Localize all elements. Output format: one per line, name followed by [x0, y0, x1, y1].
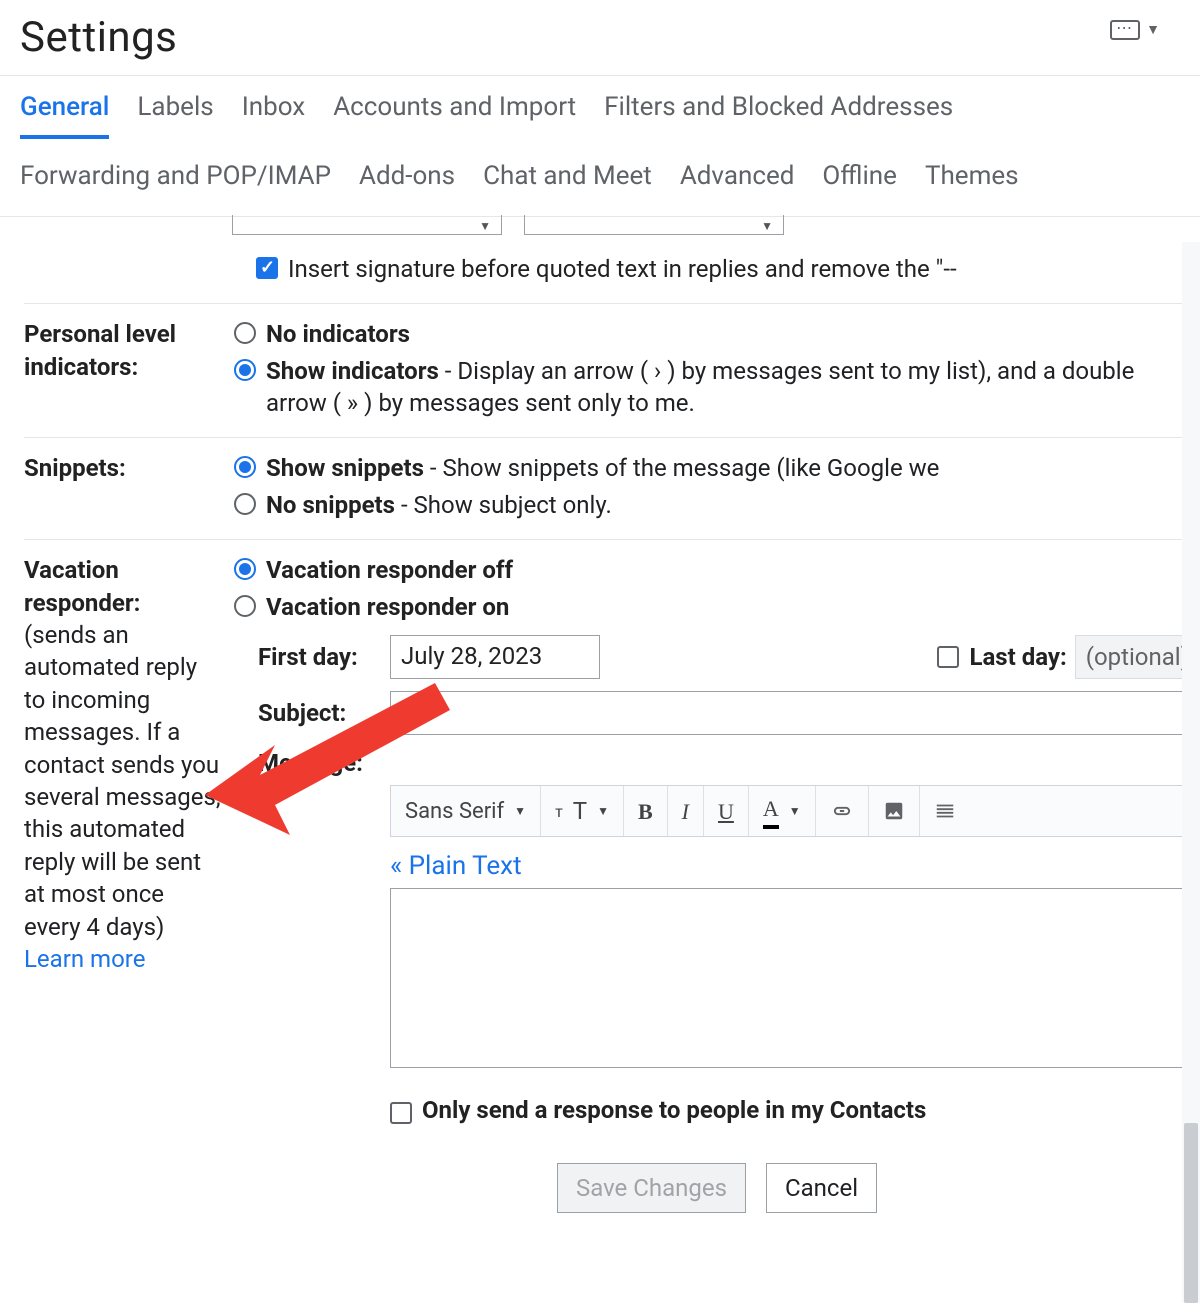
italic-button[interactable]: I [668, 786, 704, 836]
reply-signature-select[interactable]: No signature [232, 215, 502, 235]
no-indicators-radio[interactable] [234, 322, 256, 344]
new-signature-select[interactable]: Personal [524, 215, 784, 235]
plain-text-link[interactable]: « Plain Text [390, 851, 522, 881]
insert-image-button[interactable] [869, 786, 920, 836]
only-contacts-checkbox[interactable] [390, 1102, 412, 1124]
font-family-select[interactable]: Sans Serif ▼ [391, 786, 541, 836]
tab-forwarding[interactable]: Forwarding and POP/IMAP [20, 159, 331, 204]
align-button[interactable] [920, 786, 970, 836]
insert-signature-label: Insert signature before quoted text in r… [288, 253, 957, 285]
link-icon [830, 799, 854, 823]
only-contacts-label: Only send a response to people in my Con… [422, 1094, 926, 1126]
scrollbar-thumb[interactable] [1184, 1123, 1198, 1303]
vertical-scrollbar[interactable] [1182, 242, 1200, 1303]
first-day-label: First day: [258, 641, 390, 673]
settings-tabs: General Labels Inbox Accounts and Import… [0, 75, 1200, 204]
no-indicators-option[interactable]: No indicators [266, 320, 410, 348]
tab-general[interactable]: General [20, 90, 109, 139]
subject-label: Subject: [258, 697, 390, 729]
tab-offline[interactable]: Offline [822, 159, 897, 204]
learn-more-link[interactable]: Learn more [24, 945, 145, 973]
personal-indicators-label: Personal level indicators: [24, 318, 224, 383]
font-family-value: Sans Serif [405, 797, 504, 827]
tab-addons[interactable]: Add-ons [359, 159, 455, 204]
first-day-input[interactable]: July 28, 2023 [390, 635, 600, 679]
align-icon [934, 800, 956, 822]
chevron-down-icon: ▼ [789, 803, 801, 819]
image-icon [883, 800, 905, 822]
tab-advanced[interactable]: Advanced [680, 159, 795, 204]
input-tools-menu[interactable]: ▼ [1110, 20, 1160, 40]
subject-input[interactable] [390, 691, 1200, 735]
vacation-responder-label: Vacation responder: [24, 554, 224, 619]
cancel-button[interactable]: Cancel [766, 1163, 877, 1213]
vacation-off-radio[interactable] [234, 558, 256, 580]
underline-button[interactable]: U [704, 786, 749, 836]
show-snippets-option[interactable]: Show snippets [266, 454, 424, 482]
tab-inbox[interactable]: Inbox [242, 90, 306, 139]
no-snippets-radio[interactable] [234, 493, 256, 515]
insert-signature-checkbox[interactable] [256, 257, 278, 279]
vacation-on-option[interactable]: Vacation responder on [266, 593, 509, 621]
bold-button[interactable]: B [624, 786, 668, 836]
message-label: Message: [258, 747, 390, 779]
chevron-down-icon: ▼ [597, 803, 609, 819]
last-day-checkbox[interactable] [937, 646, 959, 668]
text-size-icon: т [555, 801, 563, 823]
font-size-select[interactable]: тT ▼ [541, 786, 624, 836]
no-snippets-desc: - Show subject only. [395, 491, 612, 519]
message-textarea[interactable] [390, 888, 1200, 1068]
snippets-label: Snippets: [24, 452, 224, 484]
last-day-label: Last day: [969, 641, 1066, 673]
vacation-on-radio[interactable] [234, 595, 256, 617]
save-changes-button[interactable]: Save Changes [557, 1163, 746, 1213]
tab-labels[interactable]: Labels [137, 90, 213, 139]
tab-chat[interactable]: Chat and Meet [483, 159, 652, 204]
tab-filters[interactable]: Filters and Blocked Addresses [604, 90, 953, 139]
no-snippets-option[interactable]: No snippets [266, 491, 395, 519]
keyboard-icon [1110, 20, 1140, 40]
insert-link-button[interactable] [816, 786, 869, 836]
dropdown-caret-icon: ▼ [1146, 21, 1160, 40]
page-title: Settings [0, 0, 1200, 75]
vacation-responder-desc: (sends an automated reply to incoming me… [24, 621, 221, 941]
text-color-button[interactable]: A ▼ [749, 786, 816, 836]
show-indicators-radio[interactable] [234, 359, 256, 381]
show-snippets-desc: - Show snippets of the message (like Goo… [424, 454, 940, 482]
editor-toolbar: Sans Serif ▼ тT ▼ B I U A ▼ [390, 785, 1200, 837]
tab-accounts[interactable]: Accounts and Import [333, 90, 576, 139]
show-indicators-option[interactable]: Show indicators [266, 357, 439, 385]
chevron-down-icon: ▼ [514, 803, 526, 819]
vacation-off-option[interactable]: Vacation responder off [266, 556, 513, 584]
tab-themes[interactable]: Themes [925, 159, 1019, 204]
show-snippets-radio[interactable] [234, 456, 256, 478]
